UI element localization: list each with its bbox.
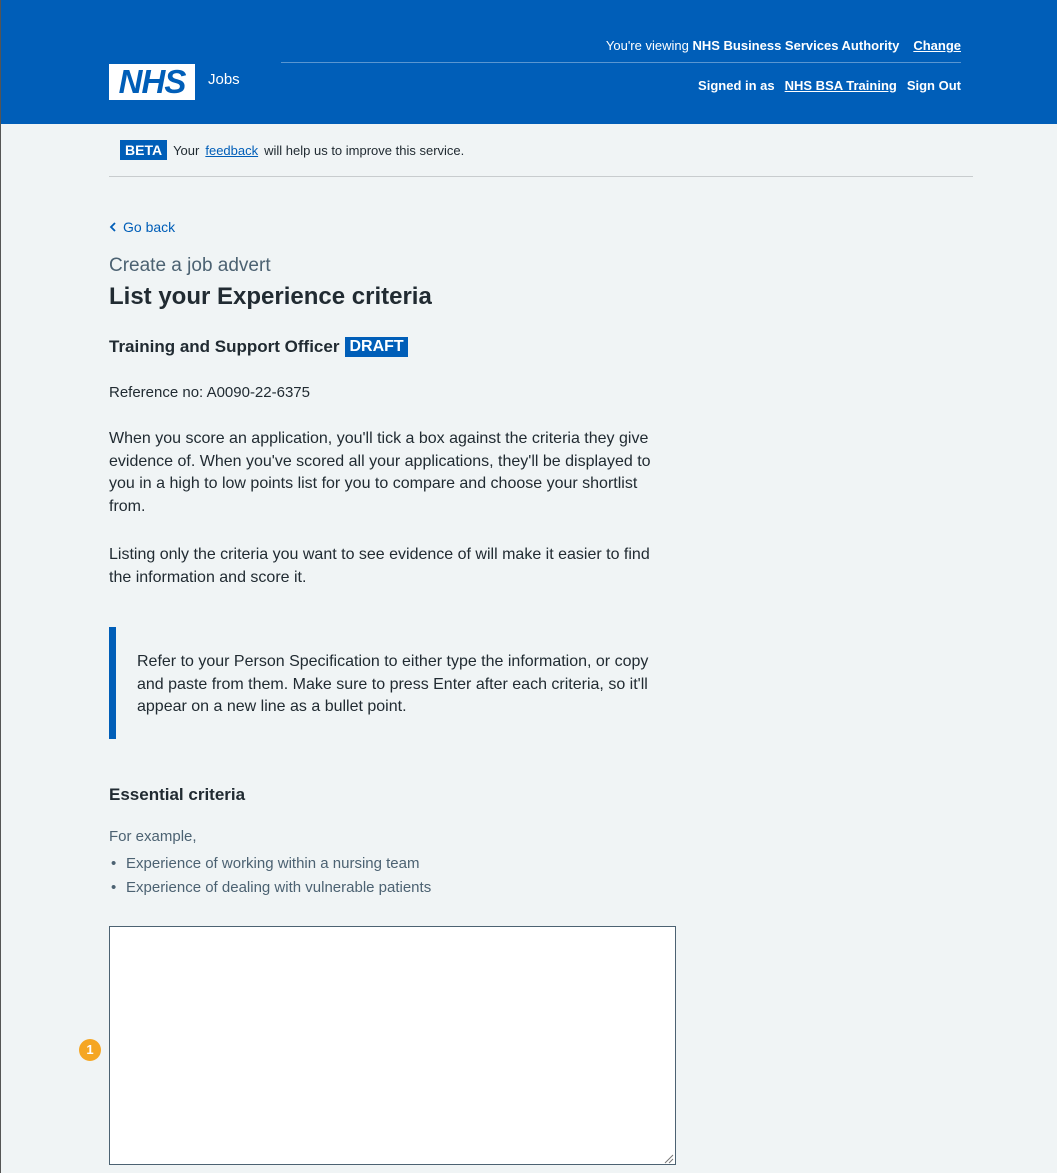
header-divider [281,62,961,63]
inset-text-content: Refer to your Person Specification to ei… [137,653,649,715]
signed-in-prefix: Signed in as [698,78,775,93]
inset-text: Refer to your Person Specification to ei… [109,627,669,739]
listing-paragraph: Listing only the criteria you want to se… [109,546,650,586]
beta-divider [109,176,973,177]
organisation-switcher: You're viewing NHS Business Services Aut… [606,38,961,53]
intro-paragraph: When you score an application, you'll ti… [109,430,651,515]
page-caption: Create a job advert [109,255,271,276]
reference-number: Reference no: A0090-22-6375 [109,384,310,401]
chevron-left-icon [109,219,117,235]
essential-criteria-textarea[interactable] [109,926,676,1165]
job-title-row: Training and Support Officer DRAFT [109,337,408,357]
service-name: Jobs [208,71,240,88]
window-border [0,0,1,1173]
viewing-text: You're viewing NHS Business Services Aut… [606,38,899,53]
user-account-link[interactable]: NHS BSA Training [785,78,897,93]
sign-out-link[interactable]: Sign Out [907,78,961,93]
feedback-link[interactable]: feedback [205,143,258,158]
job-title: Training and Support Officer [109,337,340,356]
beta-banner: BETA Your feedback will help us to impro… [120,140,464,160]
back-link[interactable]: Go back [109,219,175,235]
annotation-marker: 1 [79,1039,101,1061]
beta-text-before: Your [173,142,200,158]
essential-criteria-label: Essential criteria [109,785,246,804]
back-link-label: Go back [123,219,176,235]
change-organisation-link[interactable]: Change [913,38,961,53]
site-header: You're viewing NHS Business Services Aut… [1,0,1057,124]
nhs-logo[interactable]: NHS [109,64,195,100]
status-badge: DRAFT [345,337,408,357]
list-item: Experience of working within a nursing t… [109,852,431,876]
page-title: List your Experience criteria [109,283,432,310]
essential-criteria-hint: For example, [109,828,197,845]
account-bar: Signed in as NHS BSA Training Sign Out [698,78,961,93]
viewing-prefix: You're viewing [605,38,689,53]
example-list: Experience of working within a nursing t… [109,852,431,900]
beta-tag: BETA [120,140,168,160]
beta-text-after: will help us to improve this service. [264,142,465,158]
organisation-name: NHS Business Services Authority [692,38,900,53]
list-item: Experience of dealing with vulnerable pa… [109,876,431,900]
